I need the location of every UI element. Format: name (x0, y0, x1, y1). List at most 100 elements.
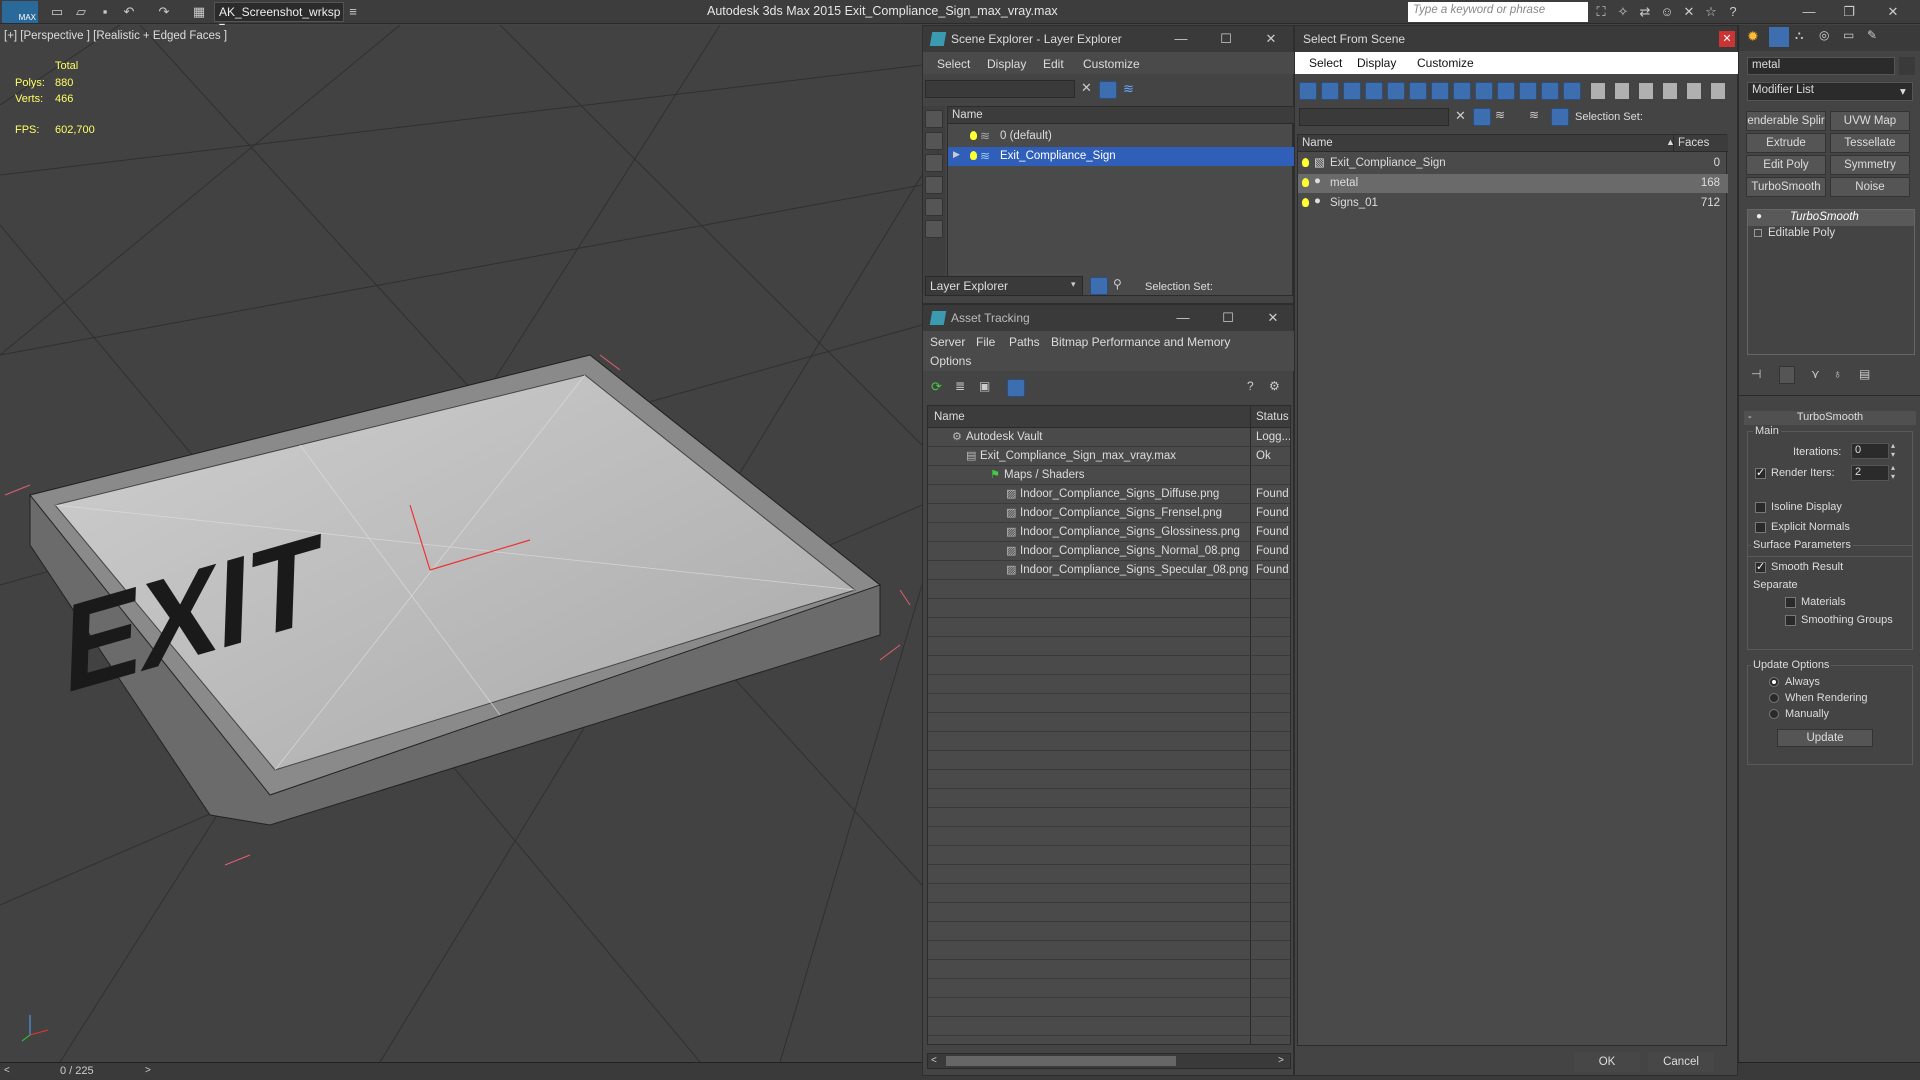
select-containers-icon[interactable] (1519, 82, 1537, 100)
object-list-header[interactable]: Name ▲ Faces (1298, 135, 1728, 152)
make-unique-icon[interactable]: ⋎ (1811, 367, 1820, 381)
asset-row[interactable]: ⚑ Maps / Shaders (928, 466, 1290, 485)
asset-row[interactable]: ▨ Indoor_Compliance_Signs_Diffuse.png Foun… (928, 485, 1290, 504)
select-groups-icon[interactable] (1453, 82, 1471, 100)
tools-icon[interactable]: ✧ (1614, 3, 1632, 21)
tree-row[interactable]: ≋ 0 (default) (948, 127, 1294, 146)
light-bulb-icon[interactable] (1302, 158, 1309, 167)
turbosmooth-rollout-header[interactable]: - TurboSmooth (1744, 411, 1916, 425)
sort-icon[interactable] (1687, 83, 1701, 99)
help-icon[interactable]: ? (1247, 379, 1254, 393)
menu-options[interactable]: Options (930, 354, 971, 368)
select-spacewarps-icon[interactable] (1431, 82, 1449, 100)
render-iters-checkbox[interactable] (1755, 466, 1766, 479)
utilities-tab-icon[interactable]: ✎ (1867, 28, 1877, 42)
minimize-icon[interactable]: — (1175, 310, 1191, 325)
help-icon[interactable]: ? (1724, 3, 1742, 21)
menu-customize[interactable]: Customize (1083, 57, 1140, 71)
exchange-icon[interactable]: ⇄ (1636, 3, 1654, 21)
uvw-map-button[interactable]: UVW Map (1830, 111, 1910, 131)
menu-bitmap-performance[interactable]: Bitmap Performance and Memory (1051, 335, 1230, 349)
iterations-spinner[interactable]: 0 (1851, 443, 1889, 459)
asset-row[interactable]: ▤ Exit_Compliance_Sign_max_vray.max Ok (928, 447, 1290, 466)
menu-server[interactable]: Server (930, 335, 965, 349)
spinner-arrows-icon[interactable]: ▴ ▾ (1891, 441, 1895, 459)
light-bulb-icon[interactable]: ● (1756, 211, 1762, 222)
filter-icon[interactable] (1099, 81, 1117, 99)
layer-view-icon[interactable] (1090, 277, 1108, 295)
motion-tab-icon[interactable]: ◎ (1819, 28, 1829, 42)
update-button[interactable]: Update (1777, 729, 1873, 747)
object-color-swatch[interactable] (1899, 57, 1915, 75)
materials-checkbox[interactable] (1785, 597, 1796, 608)
select-hidden-icon[interactable] (1563, 82, 1581, 100)
explorer-type-dropdown[interactable]: Layer Explorer (925, 276, 1083, 296)
viewport-label[interactable]: [+] [Perspective ] [Realistic + Edged Fa… (4, 30, 227, 42)
undo-icon[interactable]: ↶ (120, 3, 138, 21)
expand-icon[interactable] (1754, 229, 1762, 237)
minimize-icon[interactable]: — (1800, 3, 1818, 21)
clear-search-icon[interactable]: ✕ (1081, 80, 1092, 96)
hierarchy-icon[interactable]: ⚲ (1113, 277, 1122, 291)
horizontal-scrollbar[interactable]: < > (927, 1053, 1291, 1069)
binoculars-icon[interactable]: ⛶ (1592, 3, 1610, 21)
select-all-objects-icon[interactable] (1591, 83, 1605, 99)
always-radio[interactable] (1769, 677, 1779, 687)
layer-tree-header[interactable]: Name (948, 107, 1294, 124)
search-input[interactable]: Type a keyword or phrase (1408, 2, 1588, 22)
display-all-icon[interactable] (925, 110, 943, 128)
save-icon[interactable]: ▪ (96, 3, 114, 21)
user-icon[interactable]: ☺ (1658, 3, 1676, 21)
clear-search-icon[interactable]: ✕ (1455, 108, 1466, 124)
close-icon[interactable]: ✕ (1263, 31, 1279, 47)
dropdown-arrow-icon[interactable]: ▾ (1071, 279, 1076, 290)
isoline-checkbox[interactable] (1755, 502, 1766, 513)
favorites-star-icon[interactable]: ☆ (1702, 3, 1720, 21)
asset-row[interactable]: ⚙ Autodesk Vault Logg... (928, 428, 1290, 447)
open-file-icon[interactable]: ▱ (72, 3, 90, 21)
menu-customize[interactable]: Customize (1417, 56, 1474, 70)
display-tab-icon[interactable]: ▭ (1843, 28, 1854, 42)
expand-arrow-icon[interactable]: ▶ (953, 149, 960, 160)
menu-edit[interactable]: Edit (1043, 57, 1064, 71)
display-shapes-icon[interactable] (925, 154, 943, 172)
smoothing-groups-checkbox[interactable] (1785, 615, 1796, 626)
filter-icon[interactable] (1663, 83, 1677, 99)
hierarchy-icon[interactable] (1551, 108, 1569, 126)
ok-button[interactable]: OK (1573, 1051, 1641, 1073)
close-search-icon[interactable]: ✕ (1680, 3, 1698, 21)
asset-table-header[interactable]: Name Status (928, 406, 1290, 428)
time-slider-next-icon[interactable]: > (145, 1065, 151, 1076)
select-none-icon[interactable] (1615, 83, 1629, 99)
layer-filter-icon[interactable]: ≋ (1123, 81, 1134, 97)
menu-select[interactable]: Select (1309, 56, 1342, 70)
remove-modifier-icon[interactable]: ♁ (1833, 367, 1842, 381)
explicit-normals-checkbox[interactable] (1755, 522, 1766, 533)
light-bulb-icon[interactable] (1302, 178, 1309, 187)
menu-select[interactable]: Select (937, 57, 970, 71)
object-row[interactable]: ● Signs_01 712 (1298, 194, 1728, 213)
when-rendering-radio[interactable] (1769, 693, 1779, 703)
manually-radio[interactable] (1769, 709, 1779, 719)
object-name-input[interactable]: metal (1747, 57, 1895, 75)
pin-stack-icon[interactable]: ⊣ (1751, 367, 1761, 381)
display-cameras-icon[interactable] (925, 198, 943, 216)
list-view-icon[interactable]: ≣ (955, 379, 965, 393)
smooth-result-checkbox[interactable] (1755, 560, 1766, 573)
symmetry-button[interactable]: Symmetry (1830, 155, 1910, 175)
close-window-icon[interactable]: ✕ (1884, 3, 1902, 21)
noise-button[interactable]: Noise (1830, 177, 1910, 197)
tree-row-selected[interactable]: ▶ ≋ Exit_Compliance_Sign (948, 147, 1294, 166)
settings-icon[interactable]: ⚙ (1269, 379, 1280, 393)
light-bulb-icon[interactable] (1302, 198, 1309, 207)
project-folder-icon[interactable]: ▦ (190, 3, 208, 21)
asset-row[interactable]: ▨ Indoor_Compliance_Signs_Glossiness.png F… (928, 523, 1290, 542)
display-lights-icon[interactable] (925, 176, 943, 194)
select-xrefs-icon[interactable] (1475, 82, 1493, 100)
object-row-selected[interactable]: ● metal 168 (1298, 174, 1728, 193)
select-bones-icon[interactable] (1497, 82, 1515, 100)
show-end-result-icon[interactable] (1779, 366, 1795, 384)
turbosmooth-button[interactable]: TurboSmooth (1746, 177, 1826, 197)
extrude-button[interactable]: Extrude (1746, 133, 1826, 153)
layer-filter-icon[interactable]: ≋ (1495, 108, 1505, 122)
